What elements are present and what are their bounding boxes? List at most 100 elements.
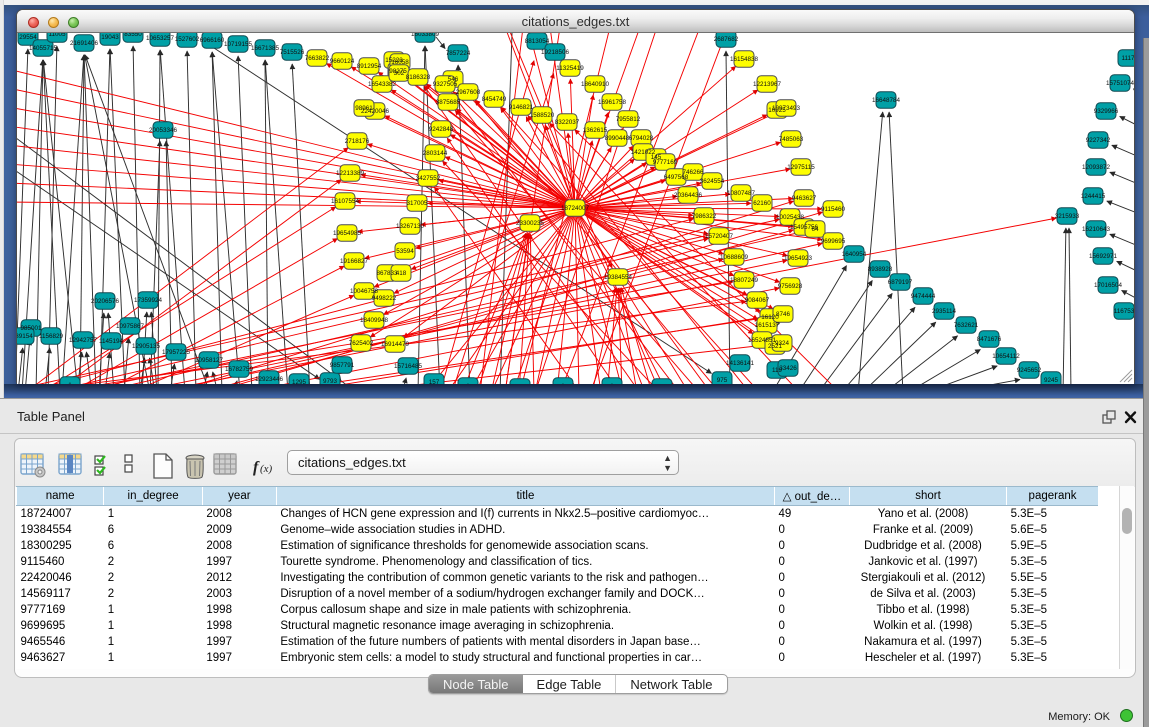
svg-text:10653257: 10653257 xyxy=(146,35,175,42)
svg-text:19654985: 19654985 xyxy=(333,230,362,237)
svg-text:20364436: 20364436 xyxy=(674,192,703,199)
svg-text:3215933: 3215933 xyxy=(1055,213,1080,220)
svg-text:6966160: 6966160 xyxy=(200,37,225,44)
svg-text:17359924: 17359924 xyxy=(134,297,163,304)
svg-text:15751074: 15751074 xyxy=(1106,80,1134,87)
svg-text:1527602: 1527602 xyxy=(175,36,200,43)
svg-text:53594: 53594 xyxy=(396,248,414,255)
svg-text:1117: 1117 xyxy=(1121,55,1134,62)
svg-text:2803144: 2803144 xyxy=(423,150,448,157)
svg-text:8471676: 8471676 xyxy=(977,336,1002,343)
svg-text:62160: 62160 xyxy=(753,200,771,207)
svg-text:9329966: 9329966 xyxy=(1094,108,1119,115)
svg-text:10046758: 10046758 xyxy=(350,288,379,295)
svg-text:12093872: 12093872 xyxy=(1082,164,1111,171)
svg-text:9498222: 9498222 xyxy=(372,295,397,302)
svg-text:20053346: 20053346 xyxy=(149,127,178,134)
svg-text:12905135: 12905135 xyxy=(132,343,161,350)
svg-text:12923446: 12923446 xyxy=(255,376,284,383)
svg-text:9146821: 9146821 xyxy=(509,104,534,111)
svg-text:16648784: 16648784 xyxy=(872,97,901,104)
svg-text:975: 975 xyxy=(717,377,728,384)
svg-text:7955812: 7955812 xyxy=(616,116,641,123)
svg-text:33426: 33426 xyxy=(779,365,797,372)
svg-text:7625402: 7625402 xyxy=(349,340,374,347)
svg-text:7986322: 7986322 xyxy=(692,213,717,220)
svg-text:(x): (x) xyxy=(260,463,273,475)
svg-text:15720407: 15720407 xyxy=(705,233,734,240)
svg-text:19043: 19043 xyxy=(101,34,119,41)
svg-text:16154838: 16154838 xyxy=(730,56,759,63)
svg-text:12213967: 12213967 xyxy=(753,81,782,88)
svg-text:418: 418 xyxy=(396,270,407,277)
svg-text:10688609: 10688609 xyxy=(720,254,749,261)
svg-text:9857791: 9857791 xyxy=(330,362,355,369)
svg-text:16671385: 16671385 xyxy=(251,45,280,52)
svg-text:18640910: 18640910 xyxy=(581,81,610,88)
svg-text:7663822: 7663822 xyxy=(305,55,330,62)
svg-text:9474444: 9474444 xyxy=(911,293,936,300)
svg-text:12975115: 12975115 xyxy=(787,164,815,171)
svg-text:3427552: 3427552 xyxy=(416,175,441,182)
svg-text:1145194: 1145194 xyxy=(99,338,124,345)
svg-text:16058: 16058 xyxy=(391,59,409,66)
svg-text:1244415: 1244415 xyxy=(1081,193,1106,200)
svg-text:9084067: 9084067 xyxy=(745,297,770,304)
svg-text:64: 64 xyxy=(811,226,819,233)
svg-text:8322037: 8322037 xyxy=(555,119,580,126)
svg-text:2687682: 2687682 xyxy=(714,36,739,43)
svg-text:9227342: 9227342 xyxy=(1086,137,1111,144)
svg-text:2718176: 2718176 xyxy=(345,138,370,145)
svg-text:15692971: 15692971 xyxy=(1089,253,1118,260)
svg-text:1295: 1295 xyxy=(292,379,307,384)
svg-text:10654112: 10654112 xyxy=(992,353,1020,360)
svg-text:10958127: 10958127 xyxy=(195,357,224,364)
svg-text:16210643: 16210643 xyxy=(1082,226,1111,233)
svg-text:1: 1 xyxy=(561,383,565,384)
svg-text:116753: 116753 xyxy=(1114,308,1134,315)
svg-text:10973493: 10973493 xyxy=(772,105,801,112)
svg-text:17016504: 17016504 xyxy=(1094,282,1123,289)
svg-text:1362615: 1362615 xyxy=(583,127,608,134)
svg-text:10025438: 10025438 xyxy=(776,214,805,221)
svg-text:9699695: 9699695 xyxy=(821,238,846,245)
svg-text:19218506: 19218506 xyxy=(541,49,570,56)
svg-text:3624554: 3624554 xyxy=(700,178,725,185)
svg-text:23300235: 23300235 xyxy=(516,220,545,227)
svg-text:9463627: 9463627 xyxy=(792,195,817,202)
svg-text:11325419: 11325419 xyxy=(556,65,584,72)
svg-text:746266: 746266 xyxy=(682,169,704,176)
svg-text:985001: 985001 xyxy=(20,325,42,332)
svg-text:9324: 9324 xyxy=(775,340,790,347)
svg-text:12213389: 12213389 xyxy=(336,170,365,177)
svg-text:9660124: 9660124 xyxy=(330,58,355,65)
svg-text:20206576: 20206576 xyxy=(91,298,120,305)
svg-text:9756928: 9756928 xyxy=(778,283,803,290)
svg-text:9327505: 9327505 xyxy=(433,81,458,88)
svg-text:8938928: 8938928 xyxy=(868,266,893,273)
svg-text:302: 302 xyxy=(394,70,405,77)
svg-text:8813054: 8813054 xyxy=(525,38,550,45)
svg-text:16033809: 16033809 xyxy=(411,33,440,38)
svg-text:17957225: 17957225 xyxy=(162,349,191,356)
svg-text:1156829: 1156829 xyxy=(39,333,64,340)
svg-text:14055715: 14055715 xyxy=(29,45,58,52)
svg-text:19384554: 19384554 xyxy=(604,274,633,281)
svg-text:8990448: 8990448 xyxy=(605,135,630,142)
svg-text:16107554: 16107554 xyxy=(331,198,360,205)
svg-text:10975867: 10975867 xyxy=(116,323,145,330)
svg-text:9793: 9793 xyxy=(323,378,338,384)
svg-text:7515526: 7515526 xyxy=(280,49,305,56)
svg-text:2935114: 2935114 xyxy=(932,308,957,315)
svg-text:13267130: 13267130 xyxy=(396,223,425,230)
svg-text:7632621: 7632621 xyxy=(954,322,979,329)
svg-text:16782759: 16782759 xyxy=(225,366,254,373)
svg-text:8454749: 8454749 xyxy=(482,96,507,103)
svg-text:f: f xyxy=(253,459,260,476)
svg-text:157: 157 xyxy=(429,379,440,384)
svg-text:16961758: 16961758 xyxy=(598,99,627,106)
svg-text:11005: 11005 xyxy=(48,33,66,38)
svg-text:18409948: 18409948 xyxy=(360,317,389,324)
svg-text:1588520: 1588520 xyxy=(530,112,555,119)
svg-text:6879197: 6879197 xyxy=(888,279,913,286)
